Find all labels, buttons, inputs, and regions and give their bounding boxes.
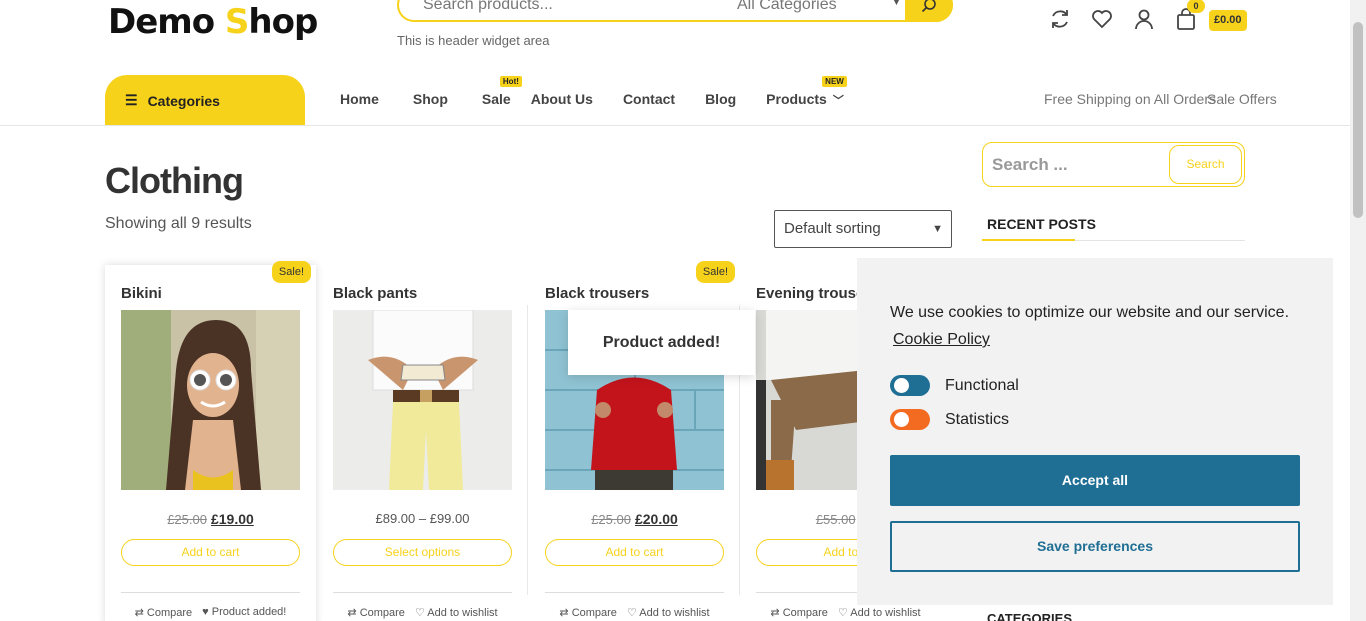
main-navigation: Home Shop Sale Hot! About Us Contact Blo… bbox=[340, 76, 878, 108]
product-card[interactable]: Black pants £89.00 – £99.00 Select optio… bbox=[317, 265, 528, 621]
scrollbar-thumb[interactable] bbox=[1353, 22, 1363, 218]
add-to-cart-button[interactable]: Add to cart bbox=[121, 539, 300, 566]
card-divider bbox=[333, 592, 512, 593]
sorting-value: Default sorting bbox=[784, 220, 881, 237]
toggle-knob bbox=[894, 378, 909, 393]
product-name[interactable]: Black trousers bbox=[545, 285, 649, 302]
account-user-icon[interactable] bbox=[1132, 7, 1156, 31]
card-divider bbox=[545, 592, 724, 593]
nav-item-blog[interactable]: Blog bbox=[705, 91, 736, 108]
page-title: Clothing bbox=[105, 160, 244, 201]
wishlist-link[interactable]: ♡ Add to wishlist bbox=[627, 606, 710, 619]
card-separator bbox=[527, 305, 528, 595]
hot-badge: Hot! bbox=[499, 76, 522, 87]
toggle-knob bbox=[894, 412, 909, 427]
compare-link[interactable]: ⇄ Compare bbox=[770, 606, 828, 619]
menu-icon: ☰ bbox=[125, 92, 138, 108]
save-preferences-button[interactable]: Save preferences bbox=[890, 521, 1300, 572]
heart-outline-icon: ♡ bbox=[626, 607, 637, 619]
result-count: Showing all 9 results bbox=[105, 215, 252, 232]
cookie-policy-link[interactable]: Cookie Policy bbox=[893, 331, 990, 349]
product-added-toast: Product added! bbox=[568, 310, 755, 375]
search-icon bbox=[921, 0, 936, 13]
product-price: £89.00 – £99.00 bbox=[375, 511, 470, 526]
categories-menu-button[interactable]: ☰ Categories bbox=[105, 75, 305, 126]
accept-all-button[interactable]: Accept all bbox=[890, 455, 1300, 506]
sidebar-search-input[interactable]: Search ... bbox=[992, 155, 1068, 175]
heart-outline-icon: ♡ bbox=[414, 607, 425, 619]
chevron-down-icon: ﹀ bbox=[832, 95, 844, 107]
nav-item-sale-label: Sale bbox=[481, 91, 511, 107]
cart-count-badge: 0 bbox=[1187, 0, 1205, 13]
cookie-consent-panel: We use cookies to optimize our website a… bbox=[857, 258, 1333, 605]
recent-posts-heading: RECENT POSTS bbox=[987, 216, 1096, 232]
chevron-down-icon: ▼ bbox=[891, 0, 902, 8]
sidebar-search-button[interactable]: Search bbox=[1169, 145, 1242, 184]
functional-label: Functional bbox=[945, 377, 1019, 394]
nav-divider bbox=[0, 125, 1350, 126]
categories-label: Categories bbox=[147, 92, 220, 109]
cookie-message: We use cookies to optimize our website a… bbox=[890, 304, 1290, 321]
functional-toggle[interactable] bbox=[890, 375, 930, 396]
sale-badge: Sale! bbox=[695, 261, 735, 283]
free-shipping-link[interactable]: Free Shipping on All Orders bbox=[1044, 91, 1216, 107]
nav-item-contact[interactable]: Contact bbox=[623, 91, 675, 108]
cart-total[interactable]: £0.00 bbox=[1209, 10, 1247, 31]
compare-link[interactable]: ⇄ Compare bbox=[347, 606, 405, 619]
nav-item-home[interactable]: Home bbox=[340, 91, 379, 108]
sale-badge: Sale! bbox=[271, 261, 311, 283]
statistics-label: Statistics bbox=[945, 411, 1010, 428]
compare-icon[interactable] bbox=[1048, 7, 1072, 31]
sidebar-search: Search ... Search bbox=[982, 142, 1245, 187]
nav-item-sale[interactable]: Sale Hot! bbox=[481, 76, 522, 108]
wishlist-link[interactable]: ♥ Product added! bbox=[202, 606, 286, 619]
nav-item-products[interactable]: Products ﹀ NEW bbox=[766, 76, 847, 108]
compare-link[interactable]: ⇄ Compare bbox=[559, 606, 617, 619]
site-logo[interactable]: Demo Shop bbox=[108, 2, 318, 42]
nav-item-products-label: Products bbox=[766, 91, 827, 107]
page-scrollbar[interactable] bbox=[1350, 0, 1366, 621]
product-search-bar[interactable]: Search products... All Categories ▼ bbox=[397, 0, 953, 22]
select-options-button[interactable]: Select options bbox=[333, 539, 512, 566]
nav-item-shop[interactable]: Shop bbox=[413, 91, 448, 108]
new-badge: NEW bbox=[822, 76, 847, 87]
sale-offers-link[interactable]: Sale Offers bbox=[1207, 91, 1277, 107]
product-name[interactable]: Black pants bbox=[333, 285, 417, 302]
card-divider bbox=[121, 592, 300, 593]
wishlist-link[interactable]: ♡ Add to wishlist bbox=[838, 606, 921, 619]
compare-link[interactable]: ⇄ Compare bbox=[135, 606, 193, 619]
heading-accent bbox=[982, 239, 1075, 241]
header-widget-text: This is header widget area bbox=[397, 33, 550, 48]
product-name[interactable]: Bikini bbox=[121, 285, 162, 302]
chevron-down-icon: ▼ bbox=[932, 223, 943, 235]
product-image[interactable] bbox=[333, 310, 512, 490]
heart-outline-icon: ♡ bbox=[837, 607, 848, 619]
product-image[interactable] bbox=[121, 310, 300, 490]
nav-item-about[interactable]: About Us bbox=[531, 91, 593, 108]
product-price: £25.00 £19.00 bbox=[167, 511, 254, 527]
sorting-select[interactable]: Default sorting ▼ bbox=[774, 210, 952, 248]
search-button[interactable] bbox=[905, 0, 953, 22]
product-card[interactable]: Sale! Bikini £25.00 £19.00 Add to cart ⇄ … bbox=[105, 261, 316, 621]
category-select[interactable]: All Categories bbox=[737, 0, 837, 14]
add-to-cart-button[interactable]: Add to cart bbox=[545, 539, 724, 566]
categories-heading: CATEGORIES bbox=[987, 611, 1072, 621]
wishlist-heart-icon[interactable] bbox=[1090, 7, 1114, 31]
product-price: £25.00 £20.00 bbox=[591, 511, 678, 527]
search-input[interactable]: Search products... bbox=[423, 0, 553, 14]
wishlist-link[interactable]: ♡ Add to wishlist bbox=[415, 606, 498, 619]
statistics-toggle[interactable] bbox=[890, 409, 930, 430]
heart-filled-icon: ♥ bbox=[202, 606, 209, 618]
